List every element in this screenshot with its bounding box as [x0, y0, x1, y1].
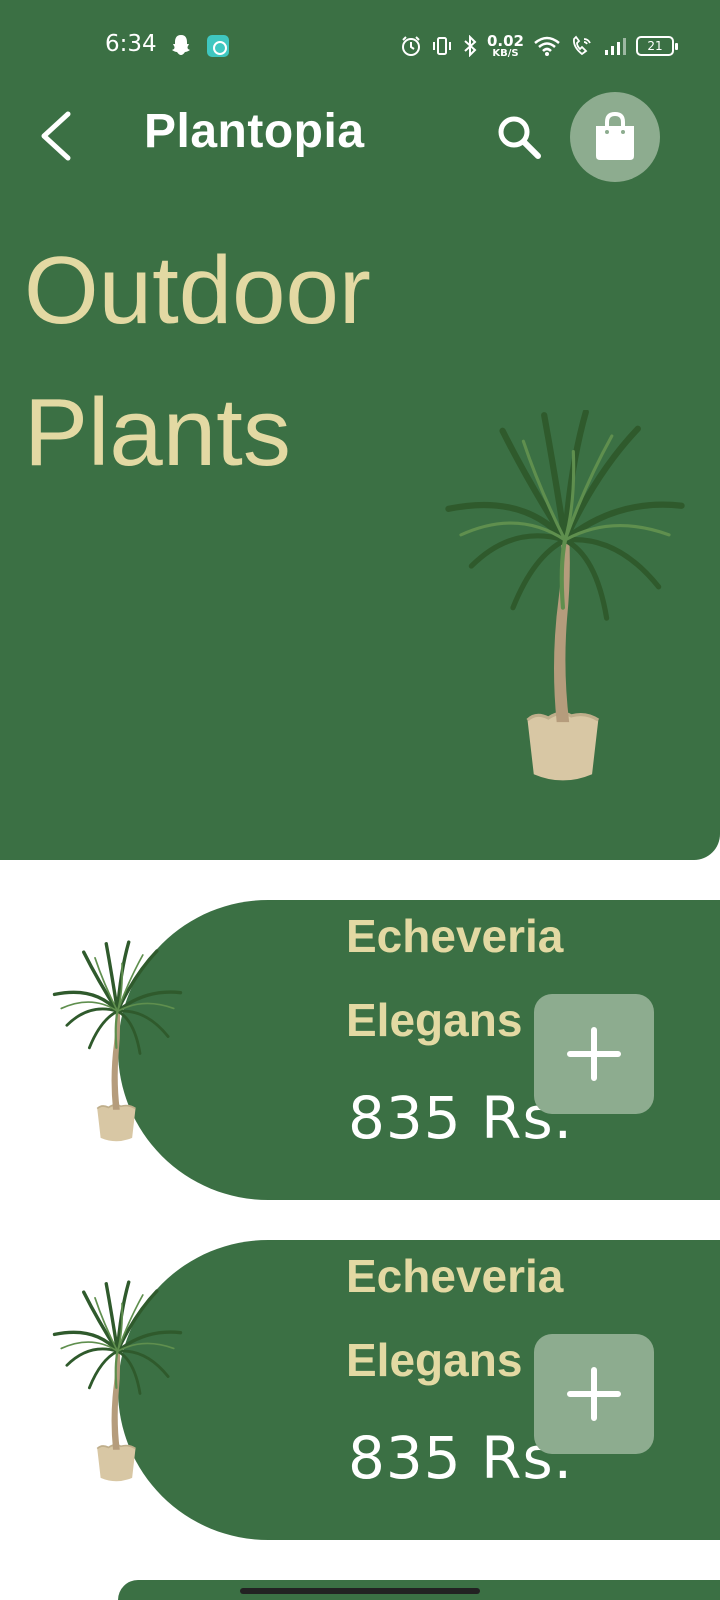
- status-time: 6:34: [105, 31, 157, 57]
- network-speed: 0.02 KB/S: [486, 31, 524, 59]
- snapchat-ghost-icon: [172, 35, 190, 55]
- net-speed-value: 0.02: [486, 31, 524, 50]
- hero-plant-image: [440, 410, 690, 795]
- search-icon: [498, 116, 541, 159]
- home-indicator[interactable]: [240, 1588, 480, 1594]
- category-title-line1: Outdoor: [24, 237, 371, 344]
- product-name-line1: Echeveria: [346, 1250, 564, 1302]
- product-name-line2: Elegans: [346, 994, 523, 1046]
- chevron-left-icon: [41, 111, 71, 161]
- cart-button[interactable]: [570, 92, 660, 182]
- search-button[interactable]: [494, 112, 546, 164]
- category-title-line2: Plants: [24, 379, 291, 486]
- add-to-cart-button[interactable]: [534, 994, 654, 1114]
- app-title: Plantopia: [144, 105, 365, 158]
- category-title: Outdoor Plants: [24, 220, 371, 504]
- add-to-cart-button[interactable]: [534, 1334, 654, 1454]
- signal-icon: [605, 38, 626, 55]
- product-name-line1: Echeveria: [346, 910, 564, 962]
- wifi-icon: [534, 36, 560, 56]
- plus-icon: [567, 1367, 621, 1421]
- net-speed-unit: KB/S: [492, 47, 519, 59]
- battery-icon: 21: [636, 36, 678, 56]
- bluetooth-icon: [464, 35, 477, 57]
- product-name-line2: Elegans: [346, 1334, 523, 1386]
- app-notification-icon: [207, 35, 229, 57]
- product-plant-image: [52, 940, 183, 1143]
- wifi-calling-icon: [573, 35, 591, 56]
- vibrate-icon: [432, 37, 451, 55]
- back-button[interactable]: [36, 108, 78, 164]
- status-bar: 6:34 0.02 KB/S 21: [0, 0, 720, 92]
- product-plant-image: [52, 1280, 183, 1483]
- shopping-bag-icon: [596, 112, 634, 160]
- alarm-icon: [401, 36, 420, 56]
- plus-icon: [567, 1027, 621, 1081]
- status-icons: 0.02 KB/S 21: [400, 30, 678, 62]
